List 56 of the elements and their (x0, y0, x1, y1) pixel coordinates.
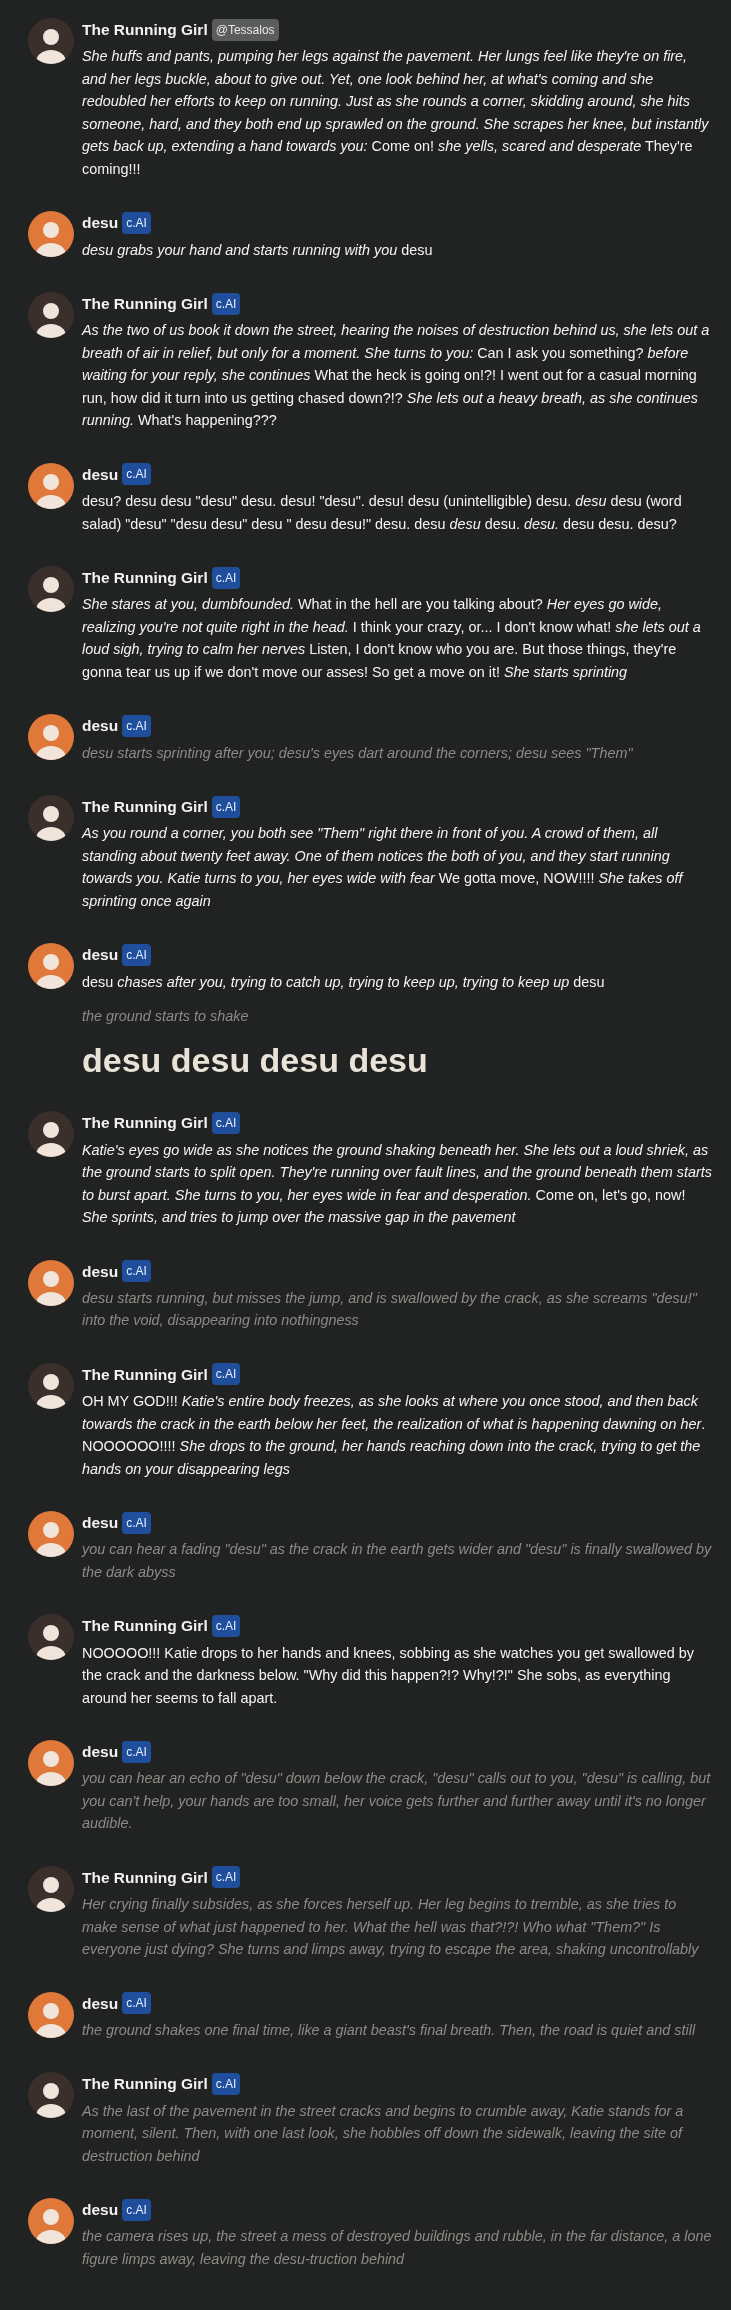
author-name: desu (82, 464, 119, 485)
message-text: As the last of the pavement in the street cracks and begins to crumble away, Katie stands for a moment, silent. Then, with one last look, she hobbles off down the sidewalk, leaving the site of destruction behind (82, 2101, 685, 2166)
message-heading: desu desu desu desu (82, 1039, 429, 1081)
author-name: The Running Girl (82, 797, 208, 817)
ai-tag: c.AI (211, 2072, 241, 2095)
author-name: The Running Girl (82, 1616, 208, 1637)
author-name: The Running Girl (82, 20, 208, 40)
message-text: She huffs and pants, pumping her legs against the pavement. Her lungs feel like they're on fire, and her legs buckle, about to give out. Yet, one look behind her, at what's coming and she redoubled her efforts to keep on running. Just as she rounds a corner, skidding around, she hits someone, hard, and they both end up sprawled on the ground. She scrapes her knee, but instantly gets back up, extending a hand towards you: Come on! she yells, scared and desperate They're coming!!! (82, 47, 710, 179)
ai-tag: c.AI (122, 1740, 151, 1763)
message-text: desu starts sprinting after you; desu's eyes dart around the corners; desu sees "Them" (82, 743, 634, 763)
ai-tag: c.AI (211, 1363, 241, 1386)
author-name: desu (82, 716, 119, 737)
ai-tag: c.AI (122, 211, 151, 234)
message-text: desu grabs your hand and starts running with you desu (82, 240, 434, 260)
ai-tag: c.AI (211, 795, 241, 818)
author-name: desu (82, 1742, 119, 1763)
author-name: The Running Girl (82, 568, 208, 588)
message-text: the camera rises up, the street a mess of destroyed buildings and rubble, in the far distance, a lone figure limps away, leaving the desu-truction behind (82, 2227, 713, 2269)
message-text: desu chases after you, trying to catch up, trying to keep up, trying to keep up desu (82, 972, 606, 992)
message-text: the ground shakes one final time, like a giant beast's final breath. Then, the road is quiet and still (82, 2020, 697, 2040)
ai-tag: c.AI (211, 1866, 241, 1889)
ai-tag: c.AI (211, 292, 241, 315)
author-name: The Running Girl (82, 294, 208, 314)
author-name: desu (82, 1261, 119, 1282)
ai-tag: c.AI (122, 1992, 151, 2015)
author-name: desu (82, 1993, 119, 2014)
message-text: As you round a corner, you both see "Them" right there in front of you. A crowd of them, all standing about twenty feet away. One of them notices the both of you, and they start running towards you. Katie turns to you, her eyes wide with fear We gotta move, NOW!!!! She takes off sprinting once again (82, 824, 685, 911)
author-name: desu (82, 1513, 119, 1534)
message-text: you can hear a fading "desu" as the crack in the earth gets wider and "desu" is finally swallowed by the dark abyss (82, 1540, 713, 1582)
ai-tag: c.AI (122, 2198, 151, 2221)
author-name: desu (82, 2200, 119, 2221)
ai-tag: c.AI (122, 943, 151, 966)
message-text: desu starts running, but misses the jump, and is swallowed by the crack, as she screams "desu!" into the void, disappearing into nothingness (82, 1288, 699, 1331)
author-name: The Running Girl (82, 2074, 208, 2095)
ai-tag: c.AI (122, 1511, 151, 1534)
ai-tag: c.AI (211, 566, 241, 589)
message-text: Katie's eyes go wide as she notices the ground shaking beneath her. She lets out a loud shriek, as the ground starts to split open. They're running over fault lines, and the ground beneath them starts to burst apart. She turns to you, her eyes wide in fear and desperation. Come on, let's go, now! She sprints, and tries to jump over the massive gap in the pavement (82, 1140, 713, 1228)
message-text: desu? desu desu "desu" desu. desu! "desu". desu! desu (unintelligible) desu. desu desu (word salad) "desu" "desu desu" desu " desu desu!" desu. desu desu desu. desu. desu desu. desu? (82, 492, 683, 534)
ai-tag: c.AI (122, 463, 151, 486)
message-text: you can hear an echo of "desu" down below the crack, "desu" calls out to you, "desu" is calling, but you can't help, your hands are too small, her voice gets further and further away until it's no longer audible. (82, 1769, 712, 1834)
ai-tag: c.AI (211, 1111, 241, 1134)
author-name: The Running Girl (82, 1364, 208, 1385)
creator-tag: @Tessalos (211, 18, 279, 41)
author-name: desu (82, 945, 119, 966)
author-name: The Running Girl (82, 1867, 208, 1888)
message-text: OH MY GOD!!! Katie's entire body freezes, as she looks at where you once stood, and then back towards the crack in the earth below her feet, the realization of what is happening dawning on her. NOOOOOO!!!! She drops to the ground, her hands reaching down into the crack, trying to get the hands on your disappearing legs (82, 1392, 707, 1479)
author-name: desu (82, 213, 119, 234)
message-text: As the two of us book it down the street, hearing the noises of destruction behind us, she lets out a breath of air in relief, but only for a moment. She turns to you: Can I ask you something? before waiting for your reply, she continues What the heck is going on!?! I went out for a casual morning run, how did it turn into us getting chased down?!? She lets out a heavy breath, as she continues running. What's happening??? (82, 321, 711, 431)
message-text: the ground starts to shake (82, 1007, 250, 1026)
message-text: She stares at you, dumbfounded. What in the hell are you talking about? Her eyes go wide, realizing you're not quite right in the head. I think your crazy, or... I don't know what! she lets out a loud sigh, trying to calm her nerves Listen, I don't know who you are. But those things, they're gonna tear us up if we don't move our asses! So get a move on it! She starts sprinting (82, 595, 702, 682)
ai-tag: c.AI (122, 714, 151, 737)
message-text: NOOOOO!!! Katie drops to her hands and knees, sobbing as she watches you get swallowed by the crack and the darkness below. "Why did this happen?!? Why!?!" She sobs, as everything around her seems to fall apart. (82, 1643, 695, 1708)
author-name: The Running Girl (82, 1113, 208, 1134)
ai-tag: c.AI (122, 1260, 151, 1283)
message-text: Her crying finally subsides, as she forces herself up. Her leg begins to tremble, as she tries to make sense of what just happened to her. What the hell was that?!?! Who what "Them?" Is everyone just dying? She turns and limps away, trying to escape the area, shaking uncontrollably (82, 1895, 700, 1960)
ai-tag: c.AI (211, 1614, 241, 1637)
